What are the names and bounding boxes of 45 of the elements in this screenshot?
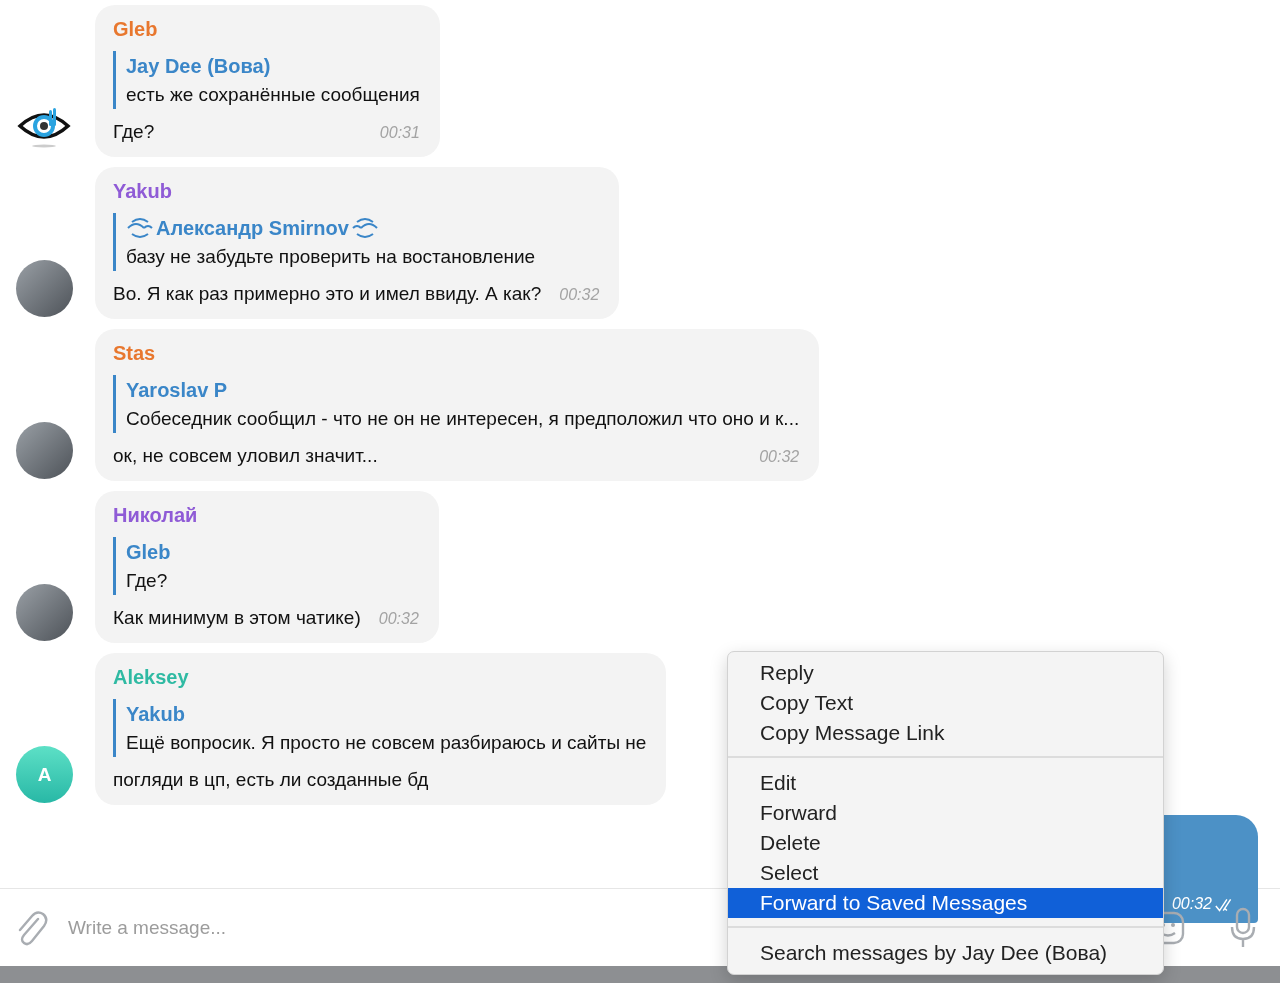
reply-author: Yakub [126,702,185,726]
message-bubble[interactable]: Gleb Jay Dee (Вова) есть же сохранённые сообщения Где? 00:31 [95,5,440,157]
reply-quote[interactable]: Gleb Где? [113,537,419,595]
menu-item[interactable]: Forward [728,798,1163,828]
menu-item[interactable]: Copy Text [728,688,1163,718]
reply-author: Yaroslav P [126,378,228,402]
message-time: 00:32 [1171,895,1212,913]
menu-item[interactable]: Copy Message Link [728,718,1163,748]
reply-author: Jay Dee (Вова) [126,54,271,78]
message-time: 00:32 [378,610,419,628]
reply-text: базу не забудьте проверить на востановление [126,245,537,269]
reply-author: Александр Smirnov [156,216,349,240]
reply-text: Собеседник сообщил - что не он не интересен, я предположил что оно и к... [126,407,800,431]
menu-item[interactable]: Reply [728,658,1163,688]
avatar-photo-placeholder[interactable] [16,584,73,641]
reply-quote[interactable]: Yaroslav P Собеседник сообщил - что не он не интересен, я предположил что оно и к... [113,375,800,433]
message-text: Где? [113,120,155,144]
message-text: погляди в цп, есть ли созданные бд [113,768,429,792]
message-bubble[interactable]: Stas Yaroslav P Собеседник сообщил - что не он не интересен, я предположил что оно и к... ок, не совсем уловил значит... 00:32 [95,329,820,481]
avatar-photo-placeholder[interactable] [16,422,73,479]
message-bubble[interactable]: Aleksey Yakub Ещё вопросик. Я просто не совсем разбираюсь и сайты не погляди в цп, есть ли созданные бд [95,653,667,805]
reply-quote[interactable]: Jay Dee (Вова) есть же сохранённые сообщения [113,51,420,109]
message-bubble[interactable]: Николай Gleb Где? Как минимум в этом чатике) 00:32 [95,491,439,643]
reply-author: Gleb [126,540,171,564]
menu-item[interactable]: Select [728,858,1163,888]
message-time: 00:31 [379,124,420,142]
message-bubble[interactable]: Yakub Александр Smirnov базу не забудьте проверить на востановление Во. Я как раз примерно это и имел ввиду. А как? 00:32 [95,167,620,319]
reply-text: Ещё вопросик. Я просто не совсем разбираюсь и сайты не [126,731,647,755]
reply-text: есть же сохранённые сообщения [126,83,420,107]
menu-item[interactable]: Delete [728,828,1163,858]
reply-quote[interactable]: Александр Smirnov базу не забудьте проверить на востановление [113,213,600,271]
microphone-icon[interactable] [1228,906,1258,949]
menu-item[interactable]: Forward to Saved Messages [728,888,1163,918]
avatar-photo-placeholder[interactable] [16,260,73,317]
message-time: 00:32 [559,286,600,304]
message-input-field[interactable]: Write a message... [68,916,1130,939]
message-text: Во. Я как раз примерно это и имел ввиду. А как? [113,282,542,306]
message-text: ок, не совсем уловил значит... [113,444,378,468]
sender-name[interactable]: Николай [113,503,419,527]
message-text: Как минимум в этом чатике) [113,606,361,630]
sender-name[interactable]: Yakub [113,179,600,203]
menu-item[interactable]: Edit [728,768,1163,798]
reply-text: Где? [126,569,169,593]
menu-item[interactable]: Search messages by Jay Dee (Вова) [728,938,1163,968]
message-time: 00:32 [759,448,800,466]
